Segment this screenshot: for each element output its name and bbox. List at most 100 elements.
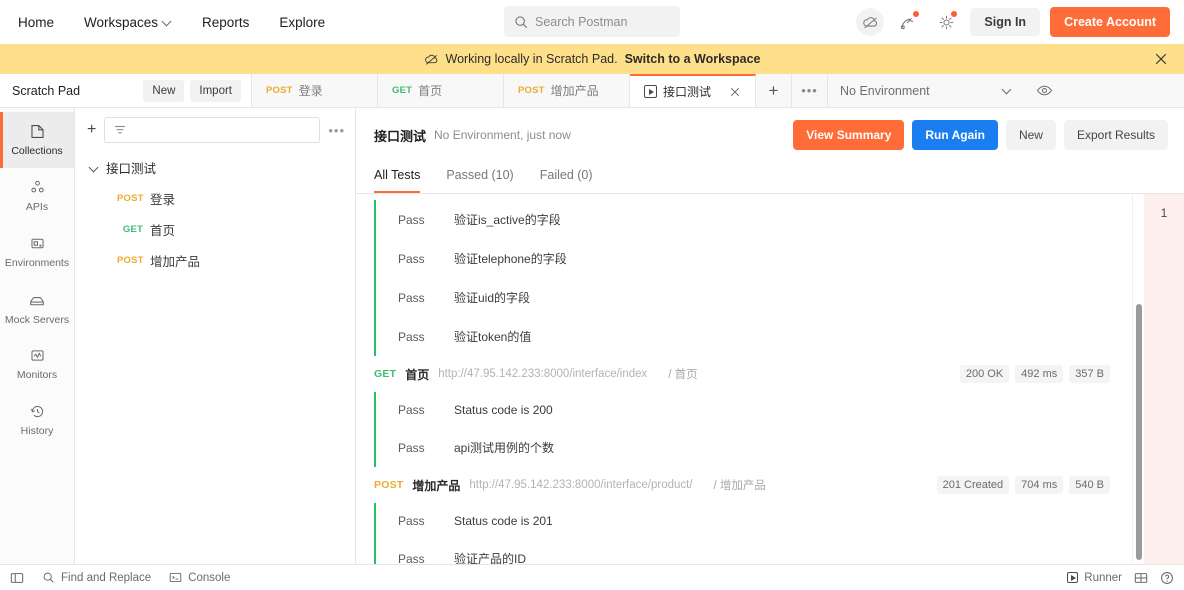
close-icon[interactable] [717,86,741,98]
console-button[interactable]: Console [169,571,230,584]
collections-icon [30,125,44,138]
environment-selected-label: No Environment [840,83,930,98]
tab-add-product[interactable]: POST 增加产品 [504,74,630,107]
tab-method: GET [392,85,413,96]
request-name: 增加产品 [412,478,461,493]
collections-sidebar: + ••• 接口测试 POST 登录 GET 首页 POST 增加产品 [75,108,356,564]
close-icon[interactable] [1154,52,1168,66]
find-and-replace-button[interactable]: Find and Replace [42,571,151,584]
chevron-down-icon[interactable] [89,163,99,173]
export-results-button[interactable]: Export Results [1063,120,1168,150]
help-circle-icon [1161,571,1173,584]
test-row: Pass 验证is_active的字段 [376,200,1132,239]
test-row: Pass 验证uid的字段 [376,278,1132,317]
collections-filter-input[interactable] [104,117,321,143]
runner-subtitle: No Environment, just now [434,128,571,142]
runner-play-icon [644,85,657,98]
sidebar-item-monitors[interactable]: Monitors [0,336,74,392]
environment-selector[interactable]: No Environment [828,74,1024,107]
workspace-name: Scratch Pad [12,83,81,98]
cloud-offline-icon[interactable] [856,8,885,36]
request-path: / 首页 [668,369,698,381]
tab-label: 增加产品 [550,84,599,98]
collection-row[interactable]: 接口测试 [75,152,355,183]
help-button[interactable] [1160,571,1174,585]
request-tabs: POST 登录 GET 首页 POST 增加产品 接口测试 [252,74,757,107]
tab-passed[interactable]: Passed (10) [446,160,513,193]
sidebar-item-environments[interactable]: Environments [0,224,74,280]
status-bar: Find and Replace Console Runner [0,564,1184,590]
tab-login[interactable]: POST 登录 [252,74,378,107]
sign-in-button[interactable]: Sign In [970,8,1041,36]
tab-runner-interface-test[interactable]: 接口测试 [630,74,757,107]
nav-item-home-label: Home [18,14,55,30]
find-and-replace-label: Find and Replace [61,571,152,584]
new-tab-button[interactable]: + [756,74,793,107]
apis-icon [30,180,44,193]
cloud-offline-icon [424,54,437,65]
sidebar-request-login[interactable]: POST 登录 [75,183,355,214]
sidebar-item-label: History [20,425,54,437]
gear-icon[interactable] [932,8,960,36]
nav-item-home[interactable]: Home [16,11,56,34]
layout-toggle-button[interactable] [1134,571,1148,585]
result-request-header[interactable]: GET 首页 http://47.95.142.233:8000/interfa… [356,356,1132,392]
sidebar-item-collections[interactable]: Collections [0,112,74,168]
nav-item-reports-label: Reports [202,14,250,30]
sidebar-toggle-button[interactable] [10,571,24,585]
result-block-index: GET 首页 http://47.95.142.233:8000/interfa… [356,356,1132,467]
nav-item-explore[interactable]: Explore [277,11,327,34]
status-badge: 201 Created [936,476,1010,494]
environment-quick-look-eye-icon[interactable] [1024,74,1064,107]
sidebar-more-ellipsis-icon[interactable]: ••• [328,123,345,138]
workspace-actions: New Import [143,79,241,102]
notifications-icon[interactable] [894,8,922,36]
iteration-badge-panel[interactable]: 1 [1144,194,1184,564]
runner-button[interactable]: Runner [1067,572,1122,584]
status-bar-right: Runner [1067,571,1174,585]
sidebar-request-add-product[interactable]: POST 增加产品 [75,245,355,276]
switch-to-workspace-link[interactable]: Switch to a Workspace [625,52,761,66]
add-collection-plus-icon[interactable]: + [87,122,96,138]
sidebar-item-history[interactable]: History [0,392,74,448]
create-account-button[interactable]: Create Account [1050,7,1170,37]
result-block-add-product: POST 增加产品 http://47.95.142.233:8000/inte… [356,467,1132,564]
nav-item-explore-label: Explore [279,14,326,30]
run-again-button[interactable]: Run Again [912,120,998,150]
sidebar-toggle-icon [10,572,24,583]
tab-all-tests[interactable]: All Tests [374,160,421,193]
nav-item-workspaces[interactable]: Workspaces [82,11,174,34]
left-icon-rail: Collections APIs Environments Mock Serve… [0,108,75,564]
search-placeholder: Search Postman [535,14,628,29]
sidebar-item-apis[interactable]: APIs [0,168,74,224]
monitors-icon [30,350,44,361]
view-summary-button[interactable]: View Summary [793,120,905,150]
request-method: POST [117,193,144,204]
scratch-pad-banner: Working locally in Scratch Pad. Switch t… [0,44,1184,74]
sidebar-request-index[interactable]: GET 首页 [75,214,355,245]
tab-options-ellipsis-icon[interactable]: ••• [792,74,829,107]
top-nav-links: Home Workspaces Reports Explore [16,11,327,34]
tab-failed[interactable]: Failed (0) [540,160,593,193]
sidebar-item-mock-servers[interactable]: Mock Servers [0,280,74,336]
test-status: Pass [398,251,425,266]
result-request-header[interactable]: POST 增加产品 http://47.95.142.233:8000/inte… [356,467,1132,503]
results-scrollbar[interactable] [1132,194,1144,564]
new-run-button[interactable]: New [1005,120,1056,150]
test-status: Pass [398,290,425,305]
search-input[interactable]: Search Postman [504,6,680,37]
scrollbar-thumb[interactable] [1136,304,1142,560]
banner-text: Working locally in Scratch Pad. [445,52,618,66]
chevron-down-icon [163,18,172,27]
sidebar-item-label: Mock Servers [4,313,70,326]
test-status: Pass [398,403,425,417]
nav-item-reports[interactable]: Reports [200,11,251,34]
new-button[interactable]: New [143,79,185,102]
test-row: Pass 验证token的值 [376,317,1132,356]
iteration-number: 1 [1160,206,1168,220]
import-button[interactable]: Import [190,79,241,102]
results-list: Pass 验证is_active的字段 Pass 验证telephone的字段 … [356,194,1132,564]
result-block-login: Pass 验证is_active的字段 Pass 验证telephone的字段 … [356,200,1132,356]
top-bar-actions: Sign In Create Account [856,7,1170,37]
tab-index[interactable]: GET 首页 [378,74,504,107]
